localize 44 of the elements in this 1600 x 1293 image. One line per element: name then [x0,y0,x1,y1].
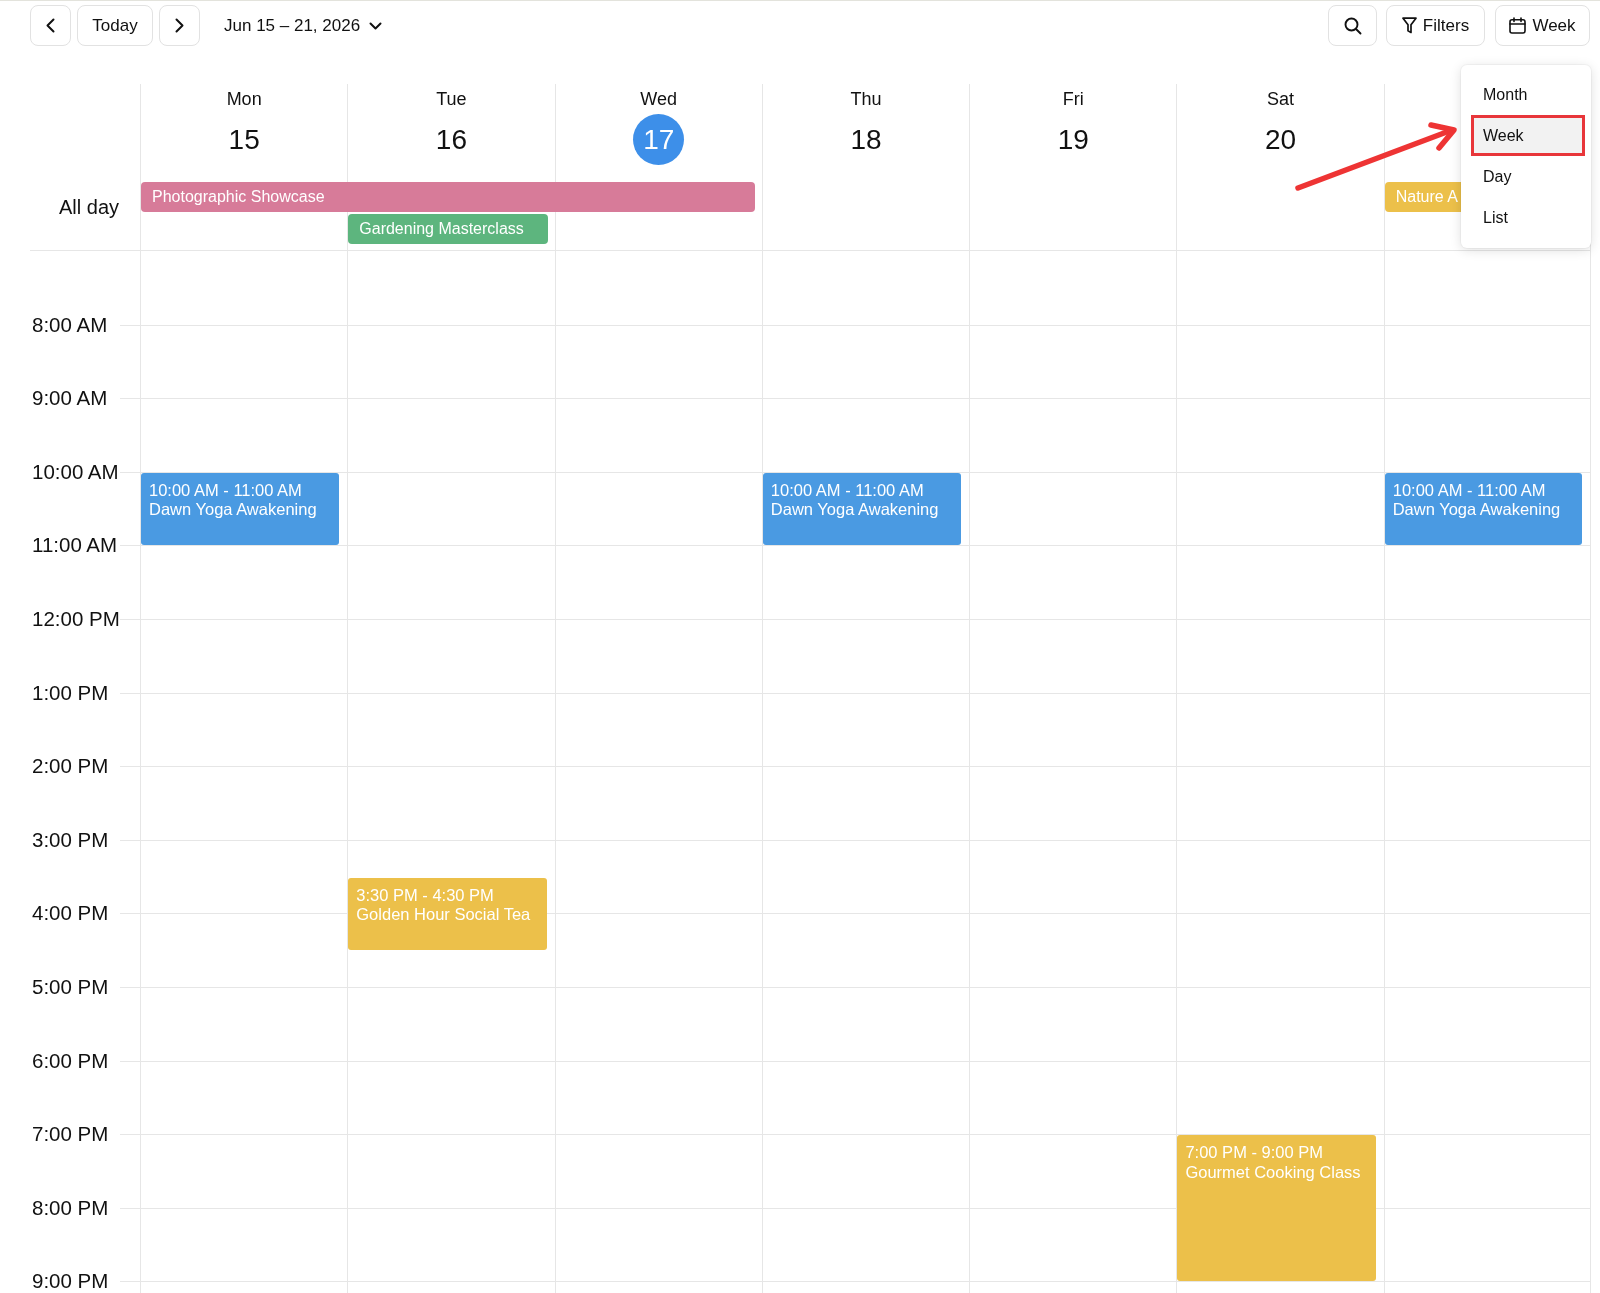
date-range-button[interactable]: Jun 15 – 21, 2026 [220,5,387,46]
hour-label: 2:00 PM [31,754,110,779]
today-button[interactable]: Today [77,5,153,46]
hour-label: 3:00 PM [31,827,110,852]
chevron-down-icon [369,21,383,30]
weekday-label: Sat [1267,89,1295,110]
previous-button[interactable] [30,5,71,46]
all-day-label: All day [58,196,120,219]
chevron-left-icon [46,18,55,33]
hour-label: 8:00 AM [31,312,109,337]
date-number: 18 [849,122,883,157]
date-number: 15 [227,122,261,157]
calendar-icon [1509,17,1527,34]
weekday-label: Wed [640,89,678,110]
view-button[interactable]: Week [1495,5,1590,46]
weekday-label: Mon [226,89,262,110]
search-icon [1343,16,1362,35]
hour-label: 4:00 PM [31,901,110,926]
date-number: 20 [1264,122,1298,157]
menu-item[interactable]: List [1471,197,1585,238]
chevron-right-icon [175,18,184,33]
hour-label: 10:00 AM [31,459,120,484]
hour-label: 8:00 PM [31,1195,110,1220]
date-number: 17 [633,114,685,165]
hour-label: 11:00 AM [31,533,119,558]
weekday-label: Tue [436,89,467,110]
hour-label: 7:00 PM [31,1122,110,1147]
hour-label: 5:00 PM [31,974,110,999]
menu-item[interactable]: Month [1471,74,1585,115]
hour-label: 12:00 PM [31,606,120,631]
menu-item[interactable]: Day [1471,156,1585,197]
funnel-icon [1401,17,1417,34]
filters-button[interactable]: Filters [1386,5,1485,46]
hour-label: 1:00 PM [31,680,110,705]
date-number: 19 [1056,122,1090,157]
weekday-label: Thu [850,89,882,110]
next-button[interactable] [159,5,200,46]
hour-label: 9:00 AM [31,386,109,411]
weekday-label: Fri [1062,89,1084,110]
search-button[interactable] [1328,5,1377,46]
hour-label: 9:00 PM [31,1269,110,1293]
hour-label: 6:00 PM [31,1048,110,1073]
date-number: 16 [434,122,468,157]
menu-item[interactable]: Week [1471,115,1585,156]
